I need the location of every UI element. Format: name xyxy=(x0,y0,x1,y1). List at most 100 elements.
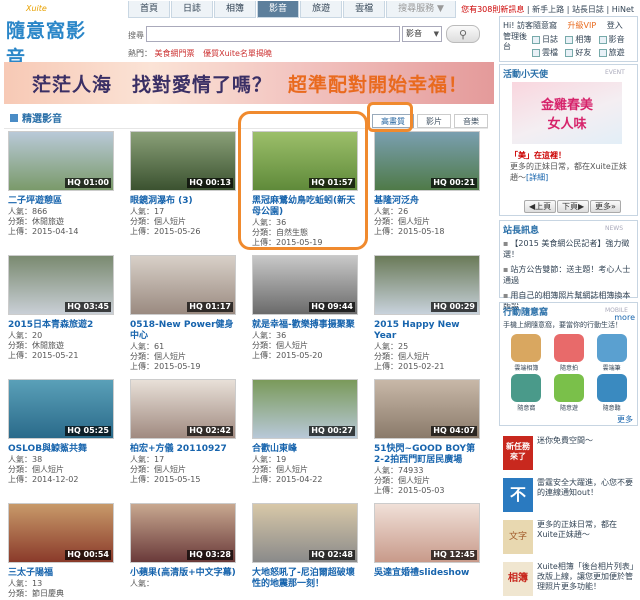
event-detail-link[interactable]: [詳細] xyxy=(526,173,548,182)
nav-tab-video[interactable]: 影音 xyxy=(257,1,300,18)
video-thumbnail[interactable]: HQ 03:28 xyxy=(130,503,236,563)
hinet-link[interactable]: HiNet xyxy=(612,5,634,14)
video-title[interactable]: 小蘋果(高清版+中文字幕) xyxy=(130,568,240,579)
video-category: 分類：休閒旅遊 xyxy=(8,341,64,350)
apps-more-link[interactable]: 更多 xyxy=(503,414,633,425)
nav-tab-travel[interactable]: 旅遊 xyxy=(300,1,343,18)
nav-tab-home[interactable]: 首頁 xyxy=(128,1,171,18)
hot-link-2[interactable]: 優質Xuite名單揭曉 xyxy=(203,49,272,58)
promo-item[interactable]: 文字 更多的正妹日常，都在Xuite正妹趙～ xyxy=(503,520,637,558)
manage-link[interactable]: 管理後台 xyxy=(503,32,529,52)
video-item[interactable]: HQ 03:45 2015日本青森旅遊2 人氣：20 分類：休閒旅遊 上傳：2015-0… xyxy=(8,255,118,361)
video-thumbnail[interactable]: HQ 00:29 xyxy=(374,255,480,315)
video-title[interactable]: 就是幸福-歡樂搏事摄聚聚 xyxy=(252,320,362,331)
video-thumbnail[interactable]: HQ 04:07 xyxy=(374,379,480,439)
video-item[interactable]: HQ 01:17 0518-New Power健身中心 人氣：61 分類：個人短片 上傳… xyxy=(130,255,240,372)
video-title[interactable]: 合歡山東峰 xyxy=(252,444,362,455)
service-video[interactable]: 影音 xyxy=(598,34,632,45)
video-thumbnail[interactable]: HQ 00:21 xyxy=(374,131,480,191)
video-thumbnail[interactable]: HQ 12:45 xyxy=(374,503,480,563)
search-input[interactable] xyxy=(146,26,400,42)
blog-icon xyxy=(532,35,540,44)
app-xuite[interactable]: 隨意窩 xyxy=(505,374,548,412)
nav-tab-album[interactable]: 相簿 xyxy=(214,1,257,18)
video-item[interactable]: HQ 00:21 基隆河泛舟 人氣：26 分類：個人短片 上傳：2015-05-18 xyxy=(374,131,484,237)
service-blog[interactable]: 日誌 xyxy=(532,34,565,45)
nav-tab-blog[interactable]: 日誌 xyxy=(171,1,214,18)
service-cloud[interactable]: 雲檔 xyxy=(532,47,565,58)
login-link[interactable]: 登入 xyxy=(607,21,623,30)
video-item[interactable]: HQ 12:45 吳達宜婚禮slideshow xyxy=(374,503,484,579)
newbie-link[interactable]: 新手上路 xyxy=(532,5,564,14)
app-snap[interactable]: 隨意拍 xyxy=(548,334,591,372)
video-item[interactable]: HQ 04:07 51快閃~GOOD BOY第2-2拍西門町居民廣場 人氣：7493… xyxy=(374,379,484,496)
video-item[interactable]: HQ 00:54 三太子陽福 人氣：13 分類：節日慶典 xyxy=(8,503,118,599)
video-thumbnail[interactable]: HQ 00:13 xyxy=(130,131,236,191)
video-item[interactable]: HQ 03:28 小蘋果(高清版+中文字幕) 人氣： xyxy=(130,503,240,589)
video-title[interactable]: 三太子陽福 xyxy=(8,568,118,579)
video-thumbnail[interactable]: HQ 01:00 xyxy=(8,131,114,191)
cloud-icon xyxy=(532,48,540,57)
video-item[interactable]: HQ 00:27 合歡山東峰 人氣：19 分類：個人短片 上傳：2015-04-22 xyxy=(252,379,362,485)
hot-link-1[interactable]: 美食網門票 xyxy=(155,49,195,58)
video-title[interactable]: 眼鏡洞瀑布 (3) xyxy=(130,196,240,207)
news-item[interactable]: ▪ 站方公告雙節：送主題！考心人士通過 xyxy=(503,264,635,286)
video-thumbnail[interactable]: HQ 01:17 xyxy=(130,255,236,315)
video-thumbnail[interactable]: HQ 02:42 xyxy=(130,379,236,439)
video-views: 人氣：61 xyxy=(130,342,165,351)
ad-banner[interactable]: 茫茫人海 找對愛情了嗎？ 超準配對開始幸福！ xyxy=(4,62,494,104)
video-item[interactable]: HQ 00:13 眼鏡洞瀑布 (3) 人氣：17 分類：個人短片 上傳：2015-05-… xyxy=(130,131,240,237)
video-item[interactable]: HQ 02:48 大地怒吼了-尼泊爾超破壞性的地震那一刻！ xyxy=(252,503,362,590)
video-thumbnail[interactable]: HQ 02:48 xyxy=(252,503,358,563)
service-travel[interactable]: 旅遊 xyxy=(598,47,632,58)
promo-item[interactable]: 相簿 Xuite相簿「後台相片列表」改版上線，讓您更加便於管理照片更多功能！ xyxy=(503,562,637,600)
friends-icon xyxy=(565,48,574,57)
app-travel[interactable]: 隨意遊 xyxy=(548,374,591,412)
video-title[interactable]: 基隆河泛舟 xyxy=(374,196,484,207)
xuite-logo[interactable]: Xuite 隨意窩影音 xyxy=(4,4,104,69)
video-title[interactable]: 2015 Happy New Year xyxy=(374,320,484,342)
service-friends[interactable]: 好友 xyxy=(565,47,598,58)
prev-button[interactable]: ◀上頁 xyxy=(524,200,557,213)
promo-item[interactable]: 新任務來了 迷你免費空間～ xyxy=(503,436,637,474)
video-category: 分類：個人短片 xyxy=(252,465,308,474)
nav-tab-search-services[interactable]: 搜尋服務 ▼ xyxy=(386,1,456,18)
video-title[interactable]: 吳達宜婚禮slideshow xyxy=(374,568,484,579)
sitemap-link[interactable]: 站長日誌 xyxy=(572,5,604,14)
tab-video[interactable]: 影片 xyxy=(417,114,451,128)
promo-item[interactable]: 不 雷霆安全大躍進，心您不要的連線通知out！ xyxy=(503,478,637,516)
new-messages-link[interactable]: 您有308則新訊息 xyxy=(461,5,524,14)
nav-tab-cloud[interactable]: 雲檔 xyxy=(343,1,386,18)
video-title[interactable]: 二子坪遊憩區 xyxy=(8,196,118,207)
app-cloud-pen[interactable]: 雲端筆 xyxy=(590,334,633,372)
video-title[interactable]: OSLOB與鯨鯊共舞 xyxy=(8,444,118,455)
app-listen[interactable]: 隨意聽 xyxy=(590,374,633,412)
search-scope-select[interactable]: 影音 ▼ xyxy=(402,26,442,42)
video-title[interactable]: 2015日本青森旅遊2 xyxy=(8,320,118,331)
search-button[interactable]: ⚲ xyxy=(446,25,480,43)
more-button[interactable]: 更多» xyxy=(590,200,621,213)
video-title[interactable]: 柏宏+方儀 20110927 xyxy=(130,444,240,455)
video-thumbnail[interactable]: HQ 05:25 xyxy=(8,379,114,439)
vip-link[interactable]: 升級VIP xyxy=(568,21,597,30)
duration-badge: HQ 12:45 xyxy=(431,550,477,560)
video-thumbnail[interactable]: HQ 09:44 xyxy=(252,255,358,315)
video-thumbnail[interactable]: HQ 03:45 xyxy=(8,255,114,315)
video-item[interactable]: HQ 05:25 OSLOB與鯨鯊共舞 人氣：38 分類：個人短片 上傳：2014-12… xyxy=(8,379,118,485)
news-item[interactable]: ▪ 【2015 美食網公民記者】強力徵選！ xyxy=(503,238,635,260)
next-button[interactable]: 下頁▶ xyxy=(557,200,590,213)
tab-music[interactable]: 音樂 xyxy=(454,114,488,128)
service-album[interactable]: 相簿 xyxy=(565,34,598,45)
video-title[interactable]: 51快閃~GOOD BOY第2-2拍西門町居民廣場 xyxy=(374,444,484,466)
video-item[interactable]: HQ 01:00 二子坪遊憩區 人氣：866 分類：休閒旅遊 上傳：2015-04-14 xyxy=(8,131,118,237)
video-item[interactable]: HQ 00:29 2015 Happy New Year 人氣：25 分類：個人短片上… xyxy=(374,255,484,372)
video-thumbnail[interactable]: HQ 00:27 xyxy=(252,379,358,439)
video-title[interactable]: 0518-New Power健身中心 xyxy=(130,320,240,342)
greeting: Hi! 訪客 xyxy=(503,21,533,30)
video-thumbnail[interactable]: HQ 00:54 xyxy=(8,503,114,563)
video-item[interactable]: HQ 02:42 柏宏+方儀 20110927 人氣：17 分類：個人短片 上傳：201… xyxy=(130,379,240,485)
video-item[interactable]: HQ 09:44 就是幸福-歡樂搏事摄聚聚 人氣：36 分類：個人短片 上傳：2015-… xyxy=(252,255,362,361)
video-title[interactable]: 大地怒吼了-尼泊爾超破壞性的地震那一刻！ xyxy=(252,568,362,590)
event-image[interactable]: 金雞春美 女人味 xyxy=(512,82,622,144)
app-cloud-album[interactable]: 雲端相簿 xyxy=(505,334,548,372)
